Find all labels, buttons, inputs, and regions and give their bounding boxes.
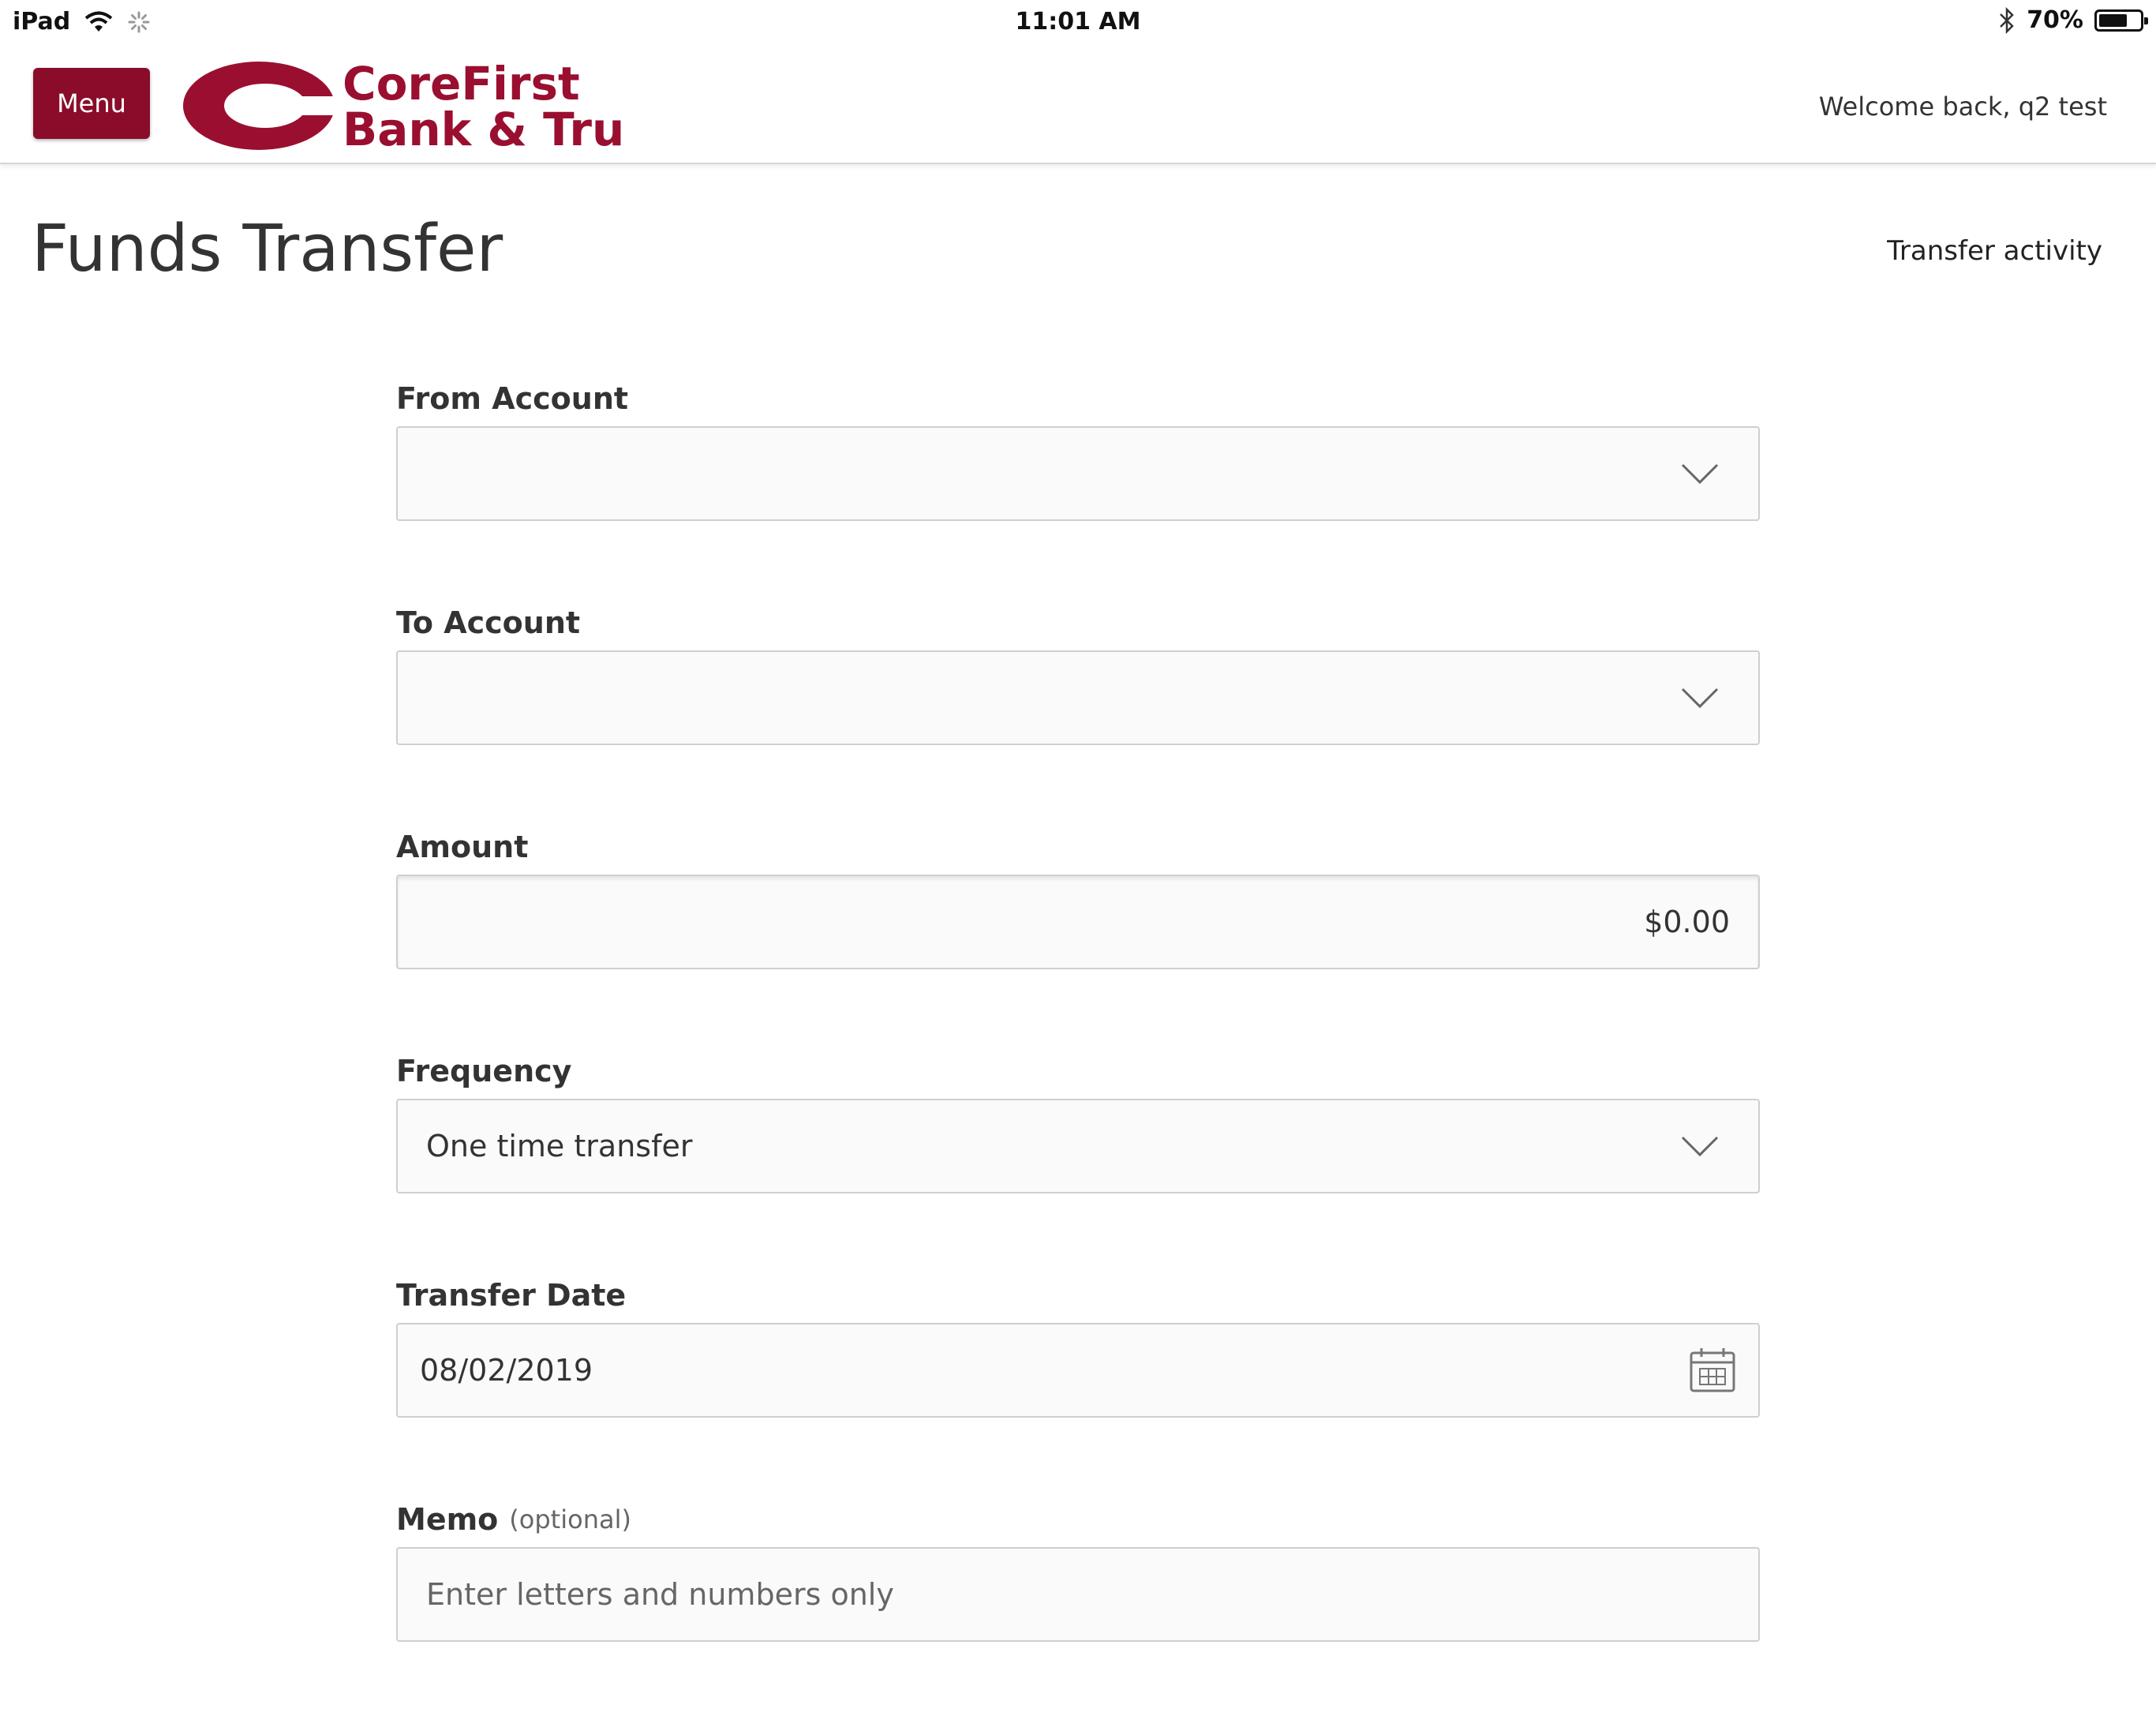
calendar-icon[interactable] [1689,1347,1736,1394]
battery-icon [2094,9,2148,32]
memo-optional-hint: (optional) [509,1504,631,1534]
welcome-message: Welcome back, q2 test [1818,92,2107,122]
chevron-down-icon [1681,1136,1719,1157]
status-time: 11:01 AM [1015,8,1141,36]
transfer-activity-link[interactable]: Transfer activity [1887,235,2102,267]
bluetooth-icon [2000,6,2014,34]
page-title: Funds Transfer [32,212,503,287]
from-account-select[interactable] [396,426,1760,521]
memo-input[interactable]: Enter letters and numbers only [396,1547,1760,1642]
amount-input[interactable]: $0.00 [396,875,1760,969]
frequency-label: Frequency [396,1054,572,1088]
status-bar: iPad 11:01 AM 70% [0,0,2156,43]
from-account-label: From Account [396,381,629,416]
to-account-select[interactable] [396,650,1760,745]
transfer-date-input[interactable]: 08/02/2019 [396,1323,1760,1418]
chevron-down-icon [1681,688,1719,709]
transfer-date-value: 08/02/2019 [420,1353,593,1388]
chevron-down-icon [1681,463,1719,485]
memo-label: Memo (optional) [396,1492,1760,1547]
frequency-select[interactable]: One time transfer [396,1099,1760,1193]
battery-percent: 70% [2027,6,2083,34]
memo-label-text: Memo [396,1502,499,1537]
transfer-form: From Account To Account Amount $0.00 Fre… [396,371,1760,1716]
app-header: Menu CoreFirst Bank & Trust Welcome back… [0,43,2156,164]
amount-value: $0.00 [1644,905,1730,939]
corefirst-logo[interactable]: CoreFirst Bank & Trust [183,57,625,153]
battery-level [2099,13,2127,27]
frequency-value: One time transfer [426,1129,693,1163]
transfer-date-label: Transfer Date [396,1278,627,1313]
menu-button[interactable]: Menu [33,68,150,139]
status-right: 70% [1998,6,2148,34]
logo-line2: Bank & Trust [342,103,625,153]
memo-placeholder: Enter letters and numbers only [426,1577,894,1612]
amount-label: Amount [396,830,529,864]
to-account-label: To Account [396,605,581,640]
